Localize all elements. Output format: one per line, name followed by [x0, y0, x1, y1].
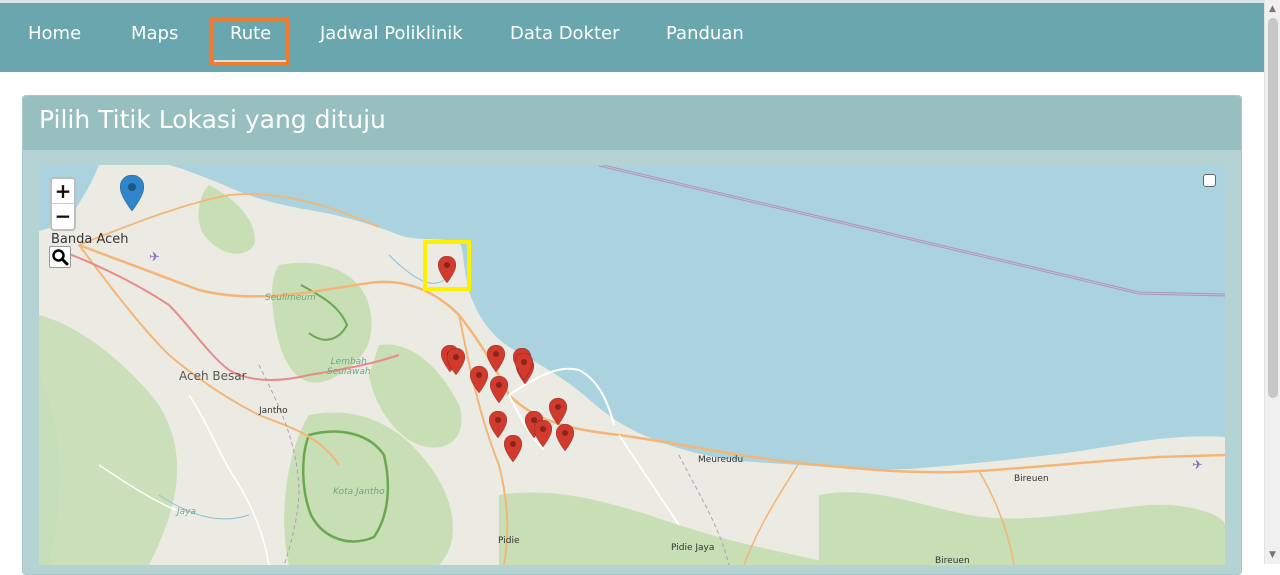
page-scrollbar[interactable]: ▲ ▼	[1264, 0, 1280, 564]
scroll-down-arrow-icon[interactable]: ▼	[1269, 550, 1276, 560]
label-jaya: Jaya	[177, 507, 197, 517]
location-marker[interactable]	[503, 434, 523, 463]
origin-marker-blue[interactable]	[119, 174, 145, 212]
svg-text:✈: ✈	[1192, 458, 1203, 473]
top-navbar: Home Maps Rute Jadwal Poliklinik Data Do…	[0, 0, 1264, 72]
layer-toggle-checkbox[interactable]	[1203, 174, 1216, 187]
label-jantho: Jantho	[259, 406, 288, 416]
map-view[interactable]: ✈ ✈ + − Banda Aceh Seulimeum Lembah Seul…	[39, 165, 1225, 565]
zoom-control: + −	[50, 177, 76, 231]
panel-title: Pilih Titik Lokasi yang dituju	[39, 105, 386, 134]
location-marker[interactable]	[488, 410, 508, 439]
scroll-thumb[interactable]	[1268, 18, 1278, 398]
nav-panduan[interactable]: Panduan	[666, 23, 744, 44]
label-kota-jantho: Kota Jantho	[333, 487, 385, 497]
search-icon	[52, 249, 69, 266]
nav-data-dokter[interactable]: Data Dokter	[510, 23, 620, 44]
map-search-button[interactable]	[49, 246, 71, 268]
selected-location-marker[interactable]	[437, 255, 457, 284]
label-pidie: Pidie	[498, 536, 520, 546]
location-marker[interactable]	[469, 365, 489, 394]
label-meureudu: Meureudu	[698, 455, 744, 465]
zoom-out-button[interactable]: −	[52, 204, 74, 229]
active-nav-underline	[214, 60, 286, 62]
nav-maps[interactable]: Maps	[131, 23, 178, 44]
label-seulimeum: Seulimeum	[265, 293, 316, 303]
label-banda-aceh: Banda Aceh	[51, 232, 129, 247]
location-marker[interactable]	[446, 347, 466, 376]
label-lembah-seulawah: Lembah Seulawah	[327, 357, 371, 377]
label-bireuen: Bireuen	[1014, 474, 1049, 484]
location-marker[interactable]	[533, 419, 553, 448]
label-aceh-besar: Aceh Besar	[179, 369, 247, 383]
location-marker[interactable]	[489, 375, 509, 404]
location-marker[interactable]	[555, 423, 575, 452]
panel-header: Pilih Titik Lokasi yang dituju	[23, 96, 1241, 150]
location-marker[interactable]	[514, 352, 534, 381]
svg-text:✈: ✈	[149, 250, 160, 265]
nav-jadwal-poliklinik[interactable]: Jadwal Poliklinik	[320, 23, 463, 44]
scroll-up-arrow-icon[interactable]: ▲	[1269, 4, 1276, 14]
label-pidie-jaya: Pidie Jaya	[671, 543, 715, 553]
map-tiles: ✈ ✈	[39, 165, 1225, 565]
location-marker[interactable]	[486, 344, 506, 373]
nav-home[interactable]: Home	[28, 23, 81, 44]
zoom-in-button[interactable]: +	[52, 179, 74, 204]
nav-rute[interactable]: Rute	[230, 23, 271, 44]
